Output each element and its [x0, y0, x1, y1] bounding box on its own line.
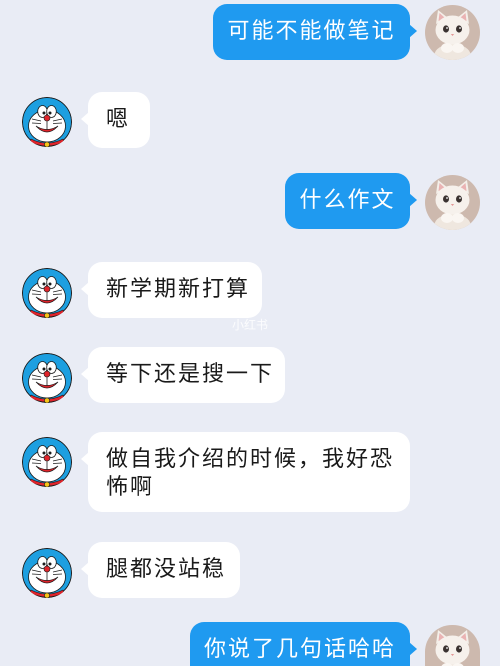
message-text: 你说了几句话哈哈: [203, 637, 396, 662]
message-text: 新学期新打算: [106, 277, 251, 302]
doraemon-avatar[interactable]: [22, 97, 72, 147]
message-text: 可能不能做笔记: [227, 19, 396, 44]
message-bubble-outgoing[interactable]: 什么作文: [285, 173, 417, 229]
message-text: 等下还是搜一下: [106, 362, 275, 387]
doraemon-avatar[interactable]: [22, 548, 72, 598]
message-text: 做自我介绍的时候，我好恐怖啊: [106, 447, 395, 500]
doraemon-avatar[interactable]: [22, 353, 72, 403]
message-bubble-outgoing[interactable]: 可能不能做笔记: [213, 4, 417, 60]
chat-screen: 小红书 可能不能做笔记 嗯 什么作文 新学期新打算 等下还是搜一下 做自我介绍的…: [0, 0, 500, 666]
message-text: 腿都没站稳: [106, 557, 227, 582]
message-text: 什么作文: [299, 188, 396, 213]
doraemon-avatar[interactable]: [22, 437, 72, 487]
message-text: 嗯: [106, 107, 131, 132]
message-bubble-incoming[interactable]: 腿都没站稳: [81, 542, 240, 598]
doraemon-avatar[interactable]: [22, 268, 72, 318]
message-bubble-incoming[interactable]: 新学期新打算: [81, 262, 262, 318]
message-bubble-outgoing[interactable]: 你说了几句话哈哈: [190, 622, 417, 666]
cat-avatar[interactable]: [425, 5, 480, 60]
message-bubble-incoming[interactable]: 嗯: [81, 92, 150, 148]
watermark: 小红书: [232, 318, 269, 332]
message-bubble-incoming[interactable]: 等下还是搜一下: [81, 347, 285, 403]
cat-avatar[interactable]: [425, 175, 480, 230]
message-bubble-incoming[interactable]: 做自我介绍的时候，我好恐怖啊: [81, 432, 410, 512]
cat-avatar[interactable]: [425, 625, 480, 666]
